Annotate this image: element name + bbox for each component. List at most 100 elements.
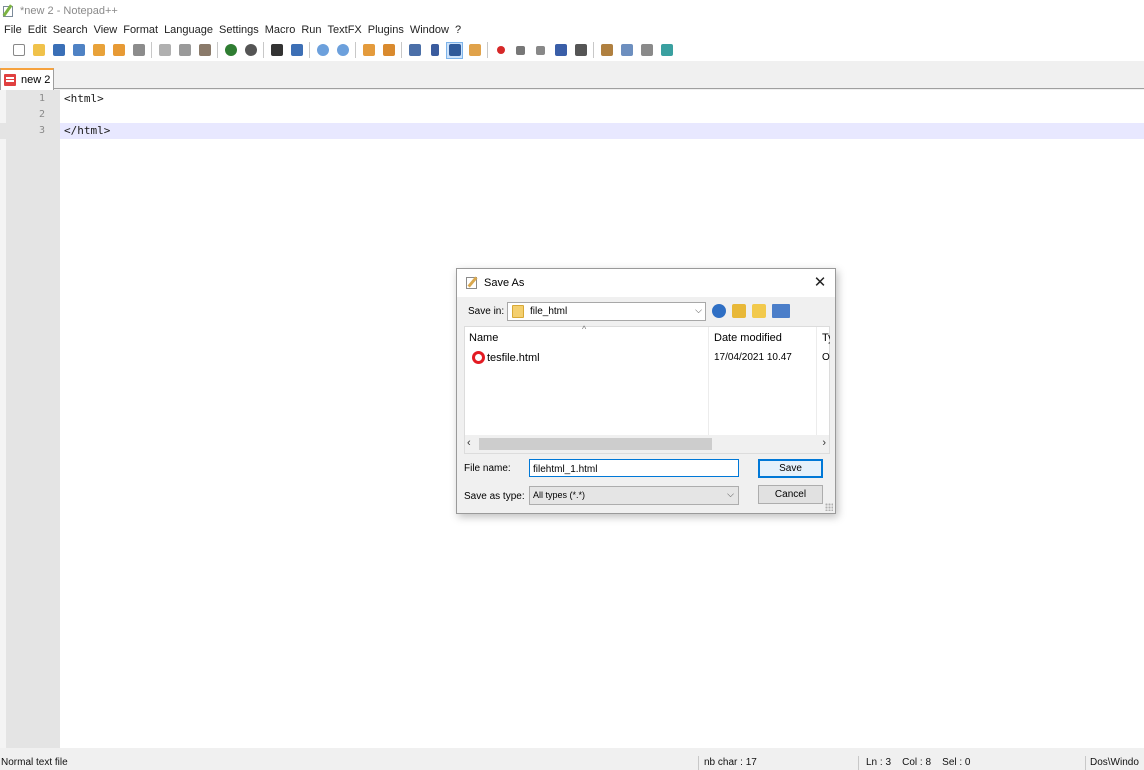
- scroll-left-icon[interactable]: ‹: [467, 437, 471, 449]
- save-button[interactable]: Save: [758, 459, 823, 478]
- file-name: tesfile.html: [487, 352, 540, 364]
- view-menu-icon[interactable]: [772, 304, 790, 318]
- menu-run[interactable]: Run: [301, 24, 327, 36]
- save-macro-icon[interactable]: [572, 42, 589, 59]
- save-as-icon: [465, 276, 479, 290]
- line-number: 1: [38, 93, 45, 104]
- status-separator: [1085, 756, 1086, 770]
- close-file-icon[interactable]: [90, 42, 107, 59]
- menu-window[interactable]: Window: [410, 24, 455, 36]
- file-name-label: File name:: [464, 463, 511, 474]
- show-all-chars-icon[interactable]: [426, 42, 443, 59]
- up-folder-icon[interactable]: [732, 304, 746, 318]
- save-icon[interactable]: [50, 42, 67, 59]
- folder-icon: [512, 305, 524, 318]
- indent-guide-icon[interactable]: [446, 41, 463, 59]
- dialog-title: Save As: [484, 277, 525, 289]
- save-as-type-label: Save as type:: [464, 491, 525, 502]
- record-macro-icon[interactable]: [492, 42, 509, 59]
- save-as-type-dropdown[interactable]: All types (*.*) ⌵: [529, 486, 739, 505]
- line-code: </html>: [64, 124, 111, 137]
- menu-settings[interactable]: Settings: [219, 24, 265, 36]
- column-header-date[interactable]: Date modified: [714, 332, 782, 344]
- dialog-title-bar[interactable]: Save As ✕: [457, 269, 835, 297]
- column-divider[interactable]: [708, 327, 709, 435]
- stop-macro-icon[interactable]: [512, 42, 529, 59]
- menu-search[interactable]: Search: [53, 24, 94, 36]
- column-divider[interactable]: [816, 327, 817, 435]
- zoom-out-icon[interactable]: [334, 42, 351, 59]
- toolbar-separator: [401, 42, 402, 58]
- run-macro-multiple-icon[interactable]: [552, 42, 569, 59]
- resize-grip-icon[interactable]: [825, 503, 833, 511]
- menu-edit[interactable]: Edit: [28, 24, 53, 36]
- redo-icon[interactable]: [242, 42, 259, 59]
- cut-icon[interactable]: [156, 42, 173, 59]
- scroll-right-icon[interactable]: ›: [822, 437, 826, 449]
- toolbar-separator: [263, 42, 264, 58]
- console-icon[interactable]: [618, 42, 635, 59]
- close-icon[interactable]: ✕: [811, 274, 829, 292]
- new-file-icon[interactable]: [10, 42, 27, 59]
- menu-plugins[interactable]: Plugins: [368, 24, 410, 36]
- sync-vertical-icon[interactable]: [360, 42, 377, 59]
- column-header-name[interactable]: Name: [469, 332, 498, 344]
- plugin-tool-icon[interactable]: [598, 42, 615, 59]
- find-icon[interactable]: [268, 42, 285, 59]
- toolbar: [0, 39, 1144, 61]
- document-map-icon[interactable]: [466, 42, 483, 59]
- undo-icon[interactable]: [222, 42, 239, 59]
- toolbar-separator: [593, 42, 594, 58]
- sync-horizontal-icon[interactable]: [380, 42, 397, 59]
- copy-icon[interactable]: [176, 42, 193, 59]
- editor-line-current[interactable]: 3 </html>: [0, 123, 1144, 139]
- save-all-icon[interactable]: [70, 42, 87, 59]
- file-list[interactable]: ^ Name Date modified Ty tesfile.html 17/…: [464, 324, 830, 454]
- menu-language[interactable]: Language: [164, 24, 219, 36]
- save-in-dropdown[interactable]: file_html ⌵: [507, 302, 706, 321]
- cancel-button[interactable]: Cancel: [758, 485, 823, 504]
- status-bar: Normal text file nb char : 17 Ln : 3 Col…: [0, 756, 1144, 770]
- paste-icon[interactable]: [196, 42, 213, 59]
- menu-macro[interactable]: Macro: [265, 24, 302, 36]
- file-row[interactable]: tesfile.html 17/04/2021 10.47 O: [469, 349, 830, 367]
- editor-line[interactable]: 2: [0, 107, 1144, 123]
- replace-icon[interactable]: [288, 42, 305, 59]
- toolbar-separator: [217, 42, 218, 58]
- menu-bar: File Edit Search View Format Language Se…: [0, 21, 1144, 39]
- status-separator: [858, 756, 859, 770]
- fold-margin: [0, 90, 6, 748]
- status-cursor-position: Ln : 3 Col : 8 Sel : 0: [866, 757, 971, 768]
- menu-textfx[interactable]: TextFX: [328, 24, 368, 36]
- save-as-dialog: Save As ✕ Save in: file_html ⌵ ^ Name Da…: [456, 268, 836, 514]
- print-icon[interactable]: [130, 42, 147, 59]
- save-as-type-value: All types (*.*): [533, 490, 586, 500]
- toolbar-separator: [151, 42, 152, 58]
- notepadpp-app-icon: [2, 3, 16, 18]
- file-date: 17/04/2021 10.47: [714, 352, 792, 363]
- back-icon[interactable]: [712, 304, 726, 318]
- scroll-thumb[interactable]: [479, 438, 712, 450]
- close-all-icon[interactable]: [110, 42, 127, 59]
- menu-view[interactable]: View: [94, 24, 124, 36]
- tab-new-2[interactable]: new 2: [0, 68, 54, 90]
- menu-help[interactable]: ?: [455, 24, 467, 36]
- toolbar-separator: [355, 42, 356, 58]
- preview-icon[interactable]: [638, 42, 655, 59]
- editor-line[interactable]: 1 <html>: [0, 91, 1144, 107]
- spell-check-icon[interactable]: [658, 42, 675, 59]
- horizontal-scrollbar[interactable]: ‹ ›: [465, 435, 829, 453]
- sort-up-icon: ^: [582, 324, 587, 334]
- status-separator: [698, 756, 699, 770]
- word-wrap-icon[interactable]: [406, 42, 423, 59]
- column-header-type[interactable]: Ty: [822, 332, 830, 344]
- play-macro-icon[interactable]: [532, 42, 549, 59]
- zoom-in-icon[interactable]: [314, 42, 331, 59]
- menu-file[interactable]: File: [4, 24, 28, 36]
- line-number-gutter: [0, 90, 60, 748]
- tab-bar: new 2: [0, 66, 1144, 90]
- open-file-icon[interactable]: [30, 42, 47, 59]
- menu-format[interactable]: Format: [123, 24, 164, 36]
- new-folder-icon[interactable]: [752, 304, 766, 318]
- file-name-input[interactable]: [529, 459, 739, 477]
